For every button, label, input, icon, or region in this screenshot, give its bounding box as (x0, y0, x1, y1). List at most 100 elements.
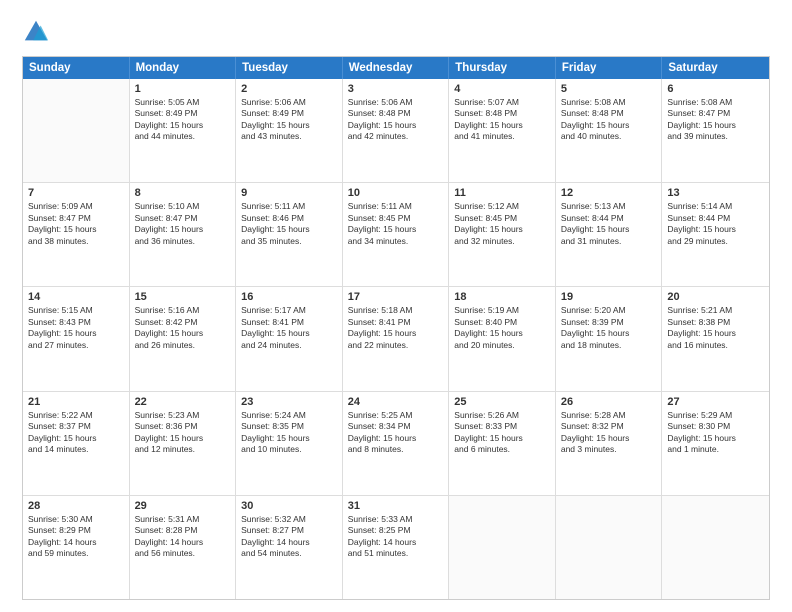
day-number: 13 (667, 187, 764, 199)
cal-cell-5-6 (556, 496, 663, 599)
cal-cell-5-7 (662, 496, 769, 599)
cell-line: Sunrise: 5:20 AM (561, 305, 657, 316)
day-number: 30 (241, 500, 337, 512)
cal-cell-5-4: 31Sunrise: 5:33 AMSunset: 8:25 PMDayligh… (343, 496, 450, 599)
cal-cell-2-1: 7Sunrise: 5:09 AMSunset: 8:47 PMDaylight… (23, 183, 130, 286)
cell-line: Daylight: 15 hours (667, 224, 764, 235)
cell-line: Daylight: 15 hours (561, 433, 657, 444)
calendar: SundayMondayTuesdayWednesdayThursdayFrid… (22, 56, 770, 600)
day-number: 11 (454, 187, 550, 199)
cal-cell-4-3: 23Sunrise: 5:24 AMSunset: 8:35 PMDayligh… (236, 392, 343, 495)
cal-cell-1-1 (23, 79, 130, 182)
cal-cell-3-4: 17Sunrise: 5:18 AMSunset: 8:41 PMDayligh… (343, 287, 450, 390)
cell-line: Sunrise: 5:23 AM (135, 410, 231, 421)
cell-line: Sunset: 8:41 PM (241, 317, 337, 328)
cal-cell-4-1: 21Sunrise: 5:22 AMSunset: 8:37 PMDayligh… (23, 392, 130, 495)
header-cell-tuesday: Tuesday (236, 57, 343, 79)
week-row-4: 21 Sunrise: 5:22 AMSunset: 8:37 PM Dayligh… (23, 392, 769, 496)
cal-cell-3-6: 19 Sunrise: 5:20 AMSunset: 8:39 PMDayligh… (556, 287, 663, 390)
cal-cell-2-6: 12Sunrise: 5:13 AMSunset: 8:44 PMDayligh… (556, 183, 663, 286)
cell-line: Daylight: 15 hours (135, 224, 231, 235)
logo-icon (22, 18, 50, 46)
page: SundayMondayTuesdayWednesdayThursdayFrid… (0, 0, 792, 612)
cal-cell-4-2: 22Sunrise: 5:23 AMSunset: 8:36 PMDayligh… (130, 392, 237, 495)
cell-line: Daylight: 15 hours (561, 328, 657, 339)
cell-line: Sunrise: 5:12 AM (454, 201, 550, 212)
cell-line: Sunrise: 5:05 AM (135, 97, 231, 108)
cell-line: Daylight: 14 hours (135, 537, 231, 548)
cell-line: Daylight: 14 hours (241, 537, 337, 548)
day-number: 4 (454, 83, 550, 95)
cell-line: Sunrise: 5:15 AM (28, 305, 124, 316)
cal-cell-5-2: 29Sunrise: 5:31 AMSunset: 8:28 PMDayligh… (130, 496, 237, 599)
day-number: 12 (561, 187, 657, 199)
cell-line: Sunset: 8:44 PM (561, 213, 657, 224)
cal-cell-1-4: 3Sunrise: 5:06 AMSunset: 8:48 PMDaylight… (343, 79, 450, 182)
calendar-header: SundayMondayTuesdayWednesdayThursdayFrid… (23, 57, 769, 79)
cell-line: Daylight: 15 hours (135, 328, 231, 339)
cell-line: Daylight: 15 hours (454, 433, 550, 444)
cell-line: Sunset: 8:30 PM (667, 421, 764, 432)
cell-line: Daylight: 15 hours (348, 328, 444, 339)
cell-line: Sunset: 8:25 PM (348, 525, 444, 536)
cell-line: and 51 minutes. (348, 548, 444, 559)
day-number: 17 (348, 291, 444, 303)
cell-line: Daylight: 15 hours (241, 328, 337, 339)
day-number: 20 (667, 291, 764, 303)
cell-line: Sunset: 8:45 PM (454, 213, 550, 224)
logo (22, 18, 54, 46)
cell-line: Sunrise: 5:07 AM (454, 97, 550, 108)
cal-cell-3-2: 15Sunrise: 5:16 AMSunset: 8:42 PMDayligh… (130, 287, 237, 390)
cell-line: Sunset: 8:42 PM (135, 317, 231, 328)
cal-cell-1-7: 6Sunrise: 5:08 AMSunset: 8:47 PMDaylight… (662, 79, 769, 182)
cell-line: and 42 minutes. (348, 131, 444, 142)
cell-line: Daylight: 15 hours (241, 224, 337, 235)
cell-line: Sunrise: 5:30 AM (28, 514, 124, 525)
cell-line: and 16 minutes. (667, 340, 764, 351)
day-number: 19 (561, 291, 657, 303)
header-cell-saturday: Saturday (662, 57, 769, 79)
cal-cell-2-5: 11 Sunrise: 5:12 AMSunset: 8:45 PMDayligh… (449, 183, 556, 286)
cell-line: Sunrise: 5:14 AM (667, 201, 764, 212)
cell-line: Sunset: 8:40 PM (454, 317, 550, 328)
cell-line: Daylight: 14 hours (348, 537, 444, 548)
cell-line: and 6 minutes. (454, 444, 550, 455)
cal-cell-5-3: 30Sunrise: 5:32 AMSunset: 8:27 PMDayligh… (236, 496, 343, 599)
cell-line: Daylight: 15 hours (348, 120, 444, 131)
cal-cell-3-5: 18Sunrise: 5:19 AMSunset: 8:40 PMDayligh… (449, 287, 556, 390)
cell-line: Sunrise: 5:31 AM (135, 514, 231, 525)
cell-line: Sunrise: 5:25 AM (348, 410, 444, 421)
cal-cell-1-3: 2Sunrise: 5:06 AMSunset: 8:49 PMDaylight… (236, 79, 343, 182)
header-cell-wednesday: Wednesday (343, 57, 450, 79)
cal-cell-3-7: 20Sunrise: 5:21 AMSunset: 8:38 PMDayligh… (662, 287, 769, 390)
cell-line: Sunset: 8:32 PM (561, 421, 657, 432)
cell-line: and 41 minutes. (454, 131, 550, 142)
cell-line: Daylight: 15 hours (454, 120, 550, 131)
cell-line: Sunrise: 5:13 AM (561, 201, 657, 212)
cell-line: Sunset: 8:37 PM (28, 421, 124, 432)
cell-line: and 29 minutes. (667, 236, 764, 247)
cell-line: Sunrise: 5:10 AM (135, 201, 231, 212)
cell-line: Sunrise: 5:22 AM (28, 410, 124, 421)
day-number: 26 (561, 396, 657, 408)
cell-line: Sunset: 8:29 PM (28, 525, 124, 536)
cell-line: Sunrise: 5:19 AM (454, 305, 550, 316)
calendar-body: 1Sunrise: 5:05 AMSunset: 8:49 PMDaylight… (23, 79, 769, 599)
day-number: 3 (348, 83, 444, 95)
day-number: 27 (667, 396, 764, 408)
header-cell-friday: Friday (556, 57, 663, 79)
cell-line: Sunrise: 5:24 AM (241, 410, 337, 421)
header-cell-sunday: Sunday (23, 57, 130, 79)
cell-line: Sunrise: 5:06 AM (241, 97, 337, 108)
cell-line: Sunset: 8:39 PM (561, 317, 657, 328)
cell-line: Sunset: 8:47 PM (667, 108, 764, 119)
day-number: 21 (28, 396, 124, 408)
cell-line: Sunrise: 5:18 AM (348, 305, 444, 316)
cell-line: and 32 minutes. (454, 236, 550, 247)
cell-line: and 35 minutes. (241, 236, 337, 247)
day-number: 5 (561, 83, 657, 95)
cell-line: Daylight: 15 hours (454, 224, 550, 235)
cal-cell-1-2: 1Sunrise: 5:05 AMSunset: 8:49 PMDaylight… (130, 79, 237, 182)
cell-line: Sunset: 8:38 PM (667, 317, 764, 328)
cell-line: Sunrise: 5:11 AM (348, 201, 444, 212)
